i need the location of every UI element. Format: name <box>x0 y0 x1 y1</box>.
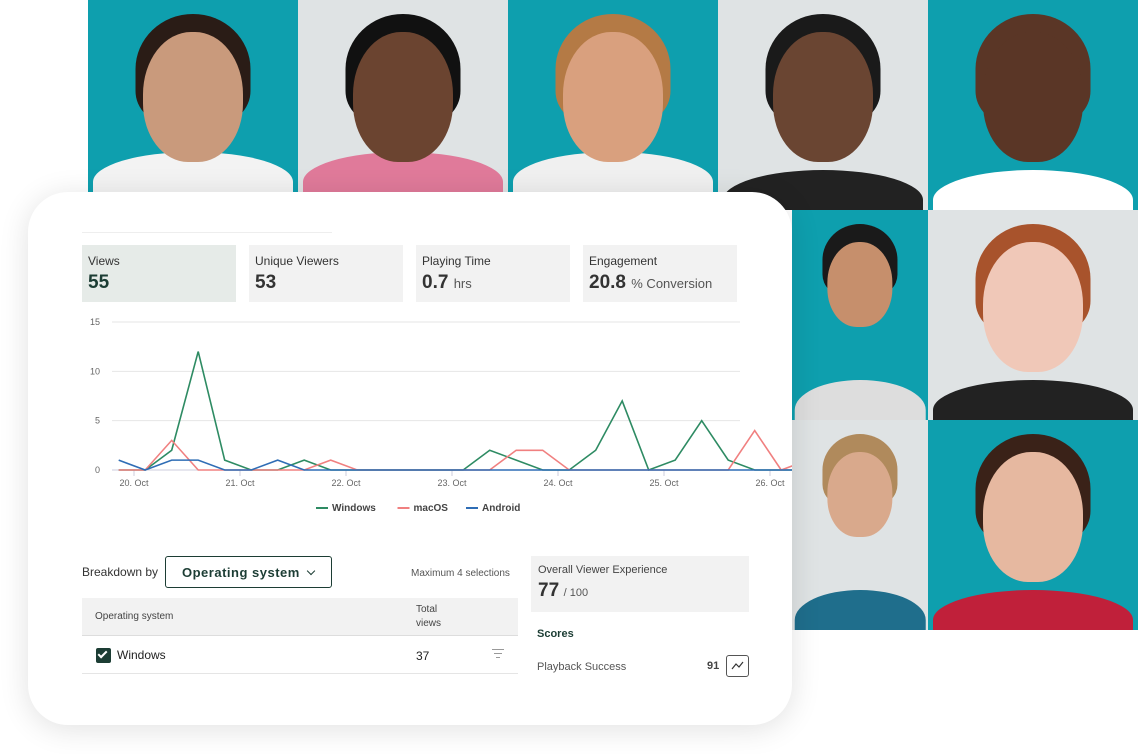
row-os-name: Windows <box>117 648 166 662</box>
viewer-photo <box>928 0 1138 210</box>
x-tick-label: 23. Oct <box>437 478 467 488</box>
score-value: 91 <box>707 660 720 672</box>
table-row: Windows 37 <box>82 636 518 674</box>
score-label: Playback Success <box>537 661 627 673</box>
series-line-windows <box>118 351 792 472</box>
scores-title: Scores <box>537 628 574 640</box>
series-line-android <box>118 459 792 471</box>
y-tick-label: 0 <box>95 465 100 475</box>
legend-label: Windows <box>332 503 376 514</box>
viewer-photo <box>928 210 1138 420</box>
legend-label: macOS <box>414 503 449 514</box>
x-tick-label: 25. Oct <box>649 478 679 488</box>
dropdown-value: Operating system <box>182 565 300 580</box>
viewer-photo <box>792 210 928 420</box>
viewer-photo <box>298 0 508 192</box>
breakdown-dropdown[interactable]: Operating system <box>165 556 332 588</box>
checkmark-icon <box>97 648 108 659</box>
views-line-chart: 0 5 10 15 20. Oct 21. Oct 22. Oct 23. Oct 24. Oc… <box>90 317 792 514</box>
trend-chart-button[interactable] <box>726 655 749 677</box>
row-checkbox[interactable] <box>96 648 111 663</box>
x-tick-label: 22. Oct <box>331 478 361 488</box>
experience-score: 77 <box>538 580 560 601</box>
x-tick-label: 26. Oct <box>755 478 785 488</box>
experience-title: Overall Viewer Experience <box>538 564 668 576</box>
legend-label: Android <box>482 503 520 514</box>
viewer-photo <box>88 0 298 192</box>
x-tick-label: 21. Oct <box>225 478 255 488</box>
viewer-photo <box>928 420 1138 630</box>
breakdown-label: Breakdown by <box>82 565 159 579</box>
y-tick-label: 15 <box>90 317 100 327</box>
column-header-os: Operating system <box>95 611 174 622</box>
viewer-photo <box>718 0 928 210</box>
table-header: Operating system Total views <box>82 598 518 636</box>
y-tick-label: 10 <box>90 366 100 376</box>
x-tick-label: 20. Oct <box>119 478 149 488</box>
y-tick-label: 5 <box>95 416 100 426</box>
max-selections-note: Maximum 4 selections <box>411 568 510 579</box>
x-tick-label: 24. Oct <box>543 478 573 488</box>
row-views: 37 <box>416 649 430 663</box>
trend-line-icon <box>731 661 744 670</box>
analytics-card: Views 55 Unique Viewers 53 Playing Time 0.7… <box>28 192 792 725</box>
viewer-experience-panel: Overall Viewer Experience 77 / 100 <box>531 556 749 612</box>
viewer-photo <box>508 0 718 192</box>
viewer-photo <box>792 420 928 630</box>
chevron-down-icon <box>306 566 316 576</box>
filter-icon[interactable] <box>492 649 504 658</box>
column-header-views: Total views <box>416 604 442 629</box>
experience-max: / 100 <box>563 587 589 599</box>
